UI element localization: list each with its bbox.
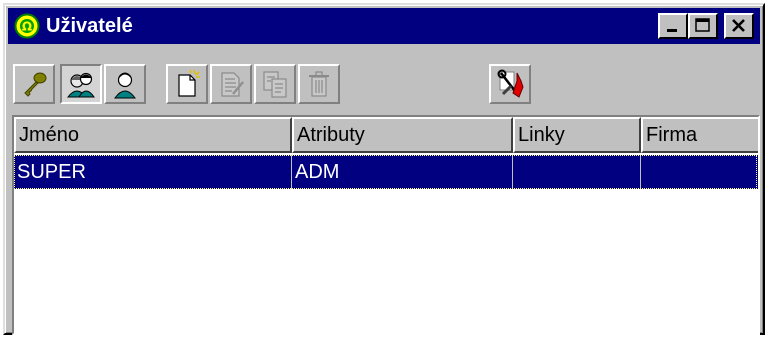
cell-lines — [513, 155, 641, 189]
maximize-button[interactable] — [688, 13, 718, 39]
key-button[interactable] — [13, 64, 55, 104]
app-logo-icon: Ω — [14, 13, 40, 39]
edit-document-icon — [221, 72, 244, 97]
toolbar — [8, 48, 760, 112]
settings-button[interactable] — [489, 64, 531, 104]
tools-icon — [497, 69, 524, 98]
user-group-icon — [66, 72, 95, 98]
cell-attributes: ADM — [292, 155, 513, 189]
maximize-icon — [695, 18, 710, 32]
copy-document-icon — [263, 71, 287, 98]
new-button[interactable] — [166, 64, 208, 104]
close-icon — [732, 19, 745, 32]
copy-button[interactable] — [254, 64, 296, 104]
users-list[interactable]: Jméno Atributy Linky Firma SUPER ADM — [12, 115, 760, 335]
title-bar[interactable]: Ω Uživatelé — [8, 8, 760, 44]
table-row[interactable]: SUPER ADM — [14, 155, 758, 189]
users-window: Ω Uživatelé Jméno Atributy Linky Firma S… — [3, 3, 765, 335]
minimize-icon — [667, 29, 677, 32]
column-header-company[interactable]: Firma — [641, 117, 758, 153]
delete-button[interactable] — [298, 64, 340, 104]
trash-icon — [309, 71, 329, 97]
new-document-icon — [178, 69, 200, 97]
column-header-attributes[interactable]: Atributy — [292, 117, 513, 153]
close-button[interactable] — [724, 13, 754, 39]
user-button[interactable] — [104, 64, 146, 104]
cell-name: SUPER — [14, 155, 292, 189]
user-group-button[interactable] — [60, 64, 102, 104]
minimize-button[interactable] — [658, 13, 688, 39]
window-title: Uživatelé — [46, 15, 133, 37]
column-header-lines[interactable]: Linky — [513, 117, 641, 153]
edit-button[interactable] — [210, 64, 252, 104]
cell-company — [641, 155, 758, 189]
svg-text:Ω: Ω — [22, 20, 32, 34]
column-header-name[interactable]: Jméno — [14, 117, 292, 153]
key-icon — [24, 72, 47, 97]
table-header: Jméno Atributy Linky Firma — [14, 117, 758, 153]
user-icon — [114, 72, 136, 99]
